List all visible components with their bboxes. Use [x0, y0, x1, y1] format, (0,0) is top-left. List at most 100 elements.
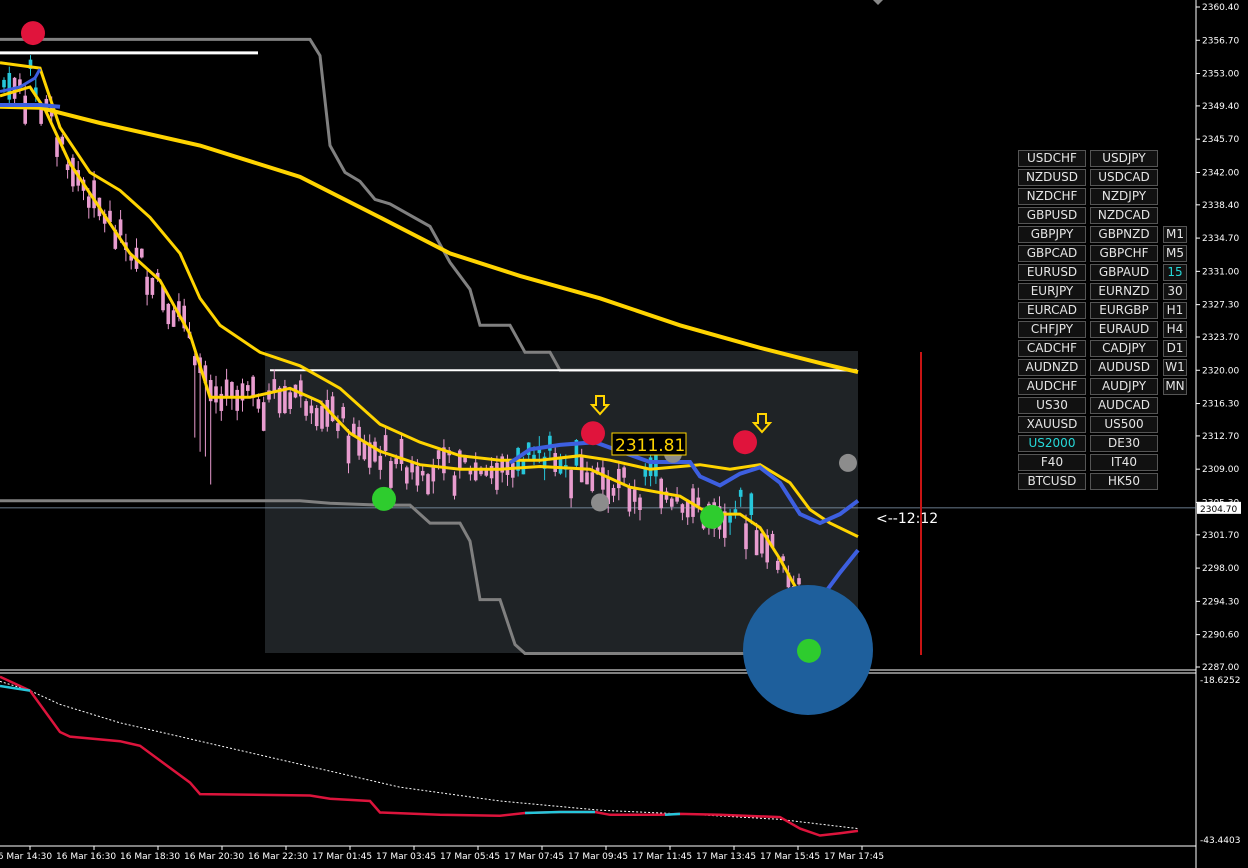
symbol-button-xauusd[interactable]: XAUUSD — [1018, 416, 1086, 433]
signal-buy-dot[interactable] — [700, 504, 724, 529]
candle-bear — [776, 560, 780, 570]
candle-bear — [23, 95, 27, 124]
timeframe-button-w1[interactable]: W1 — [1163, 359, 1187, 376]
sub-tick-bottom: -43.4403 — [1200, 836, 1240, 846]
symbol-button-usdcad[interactable]: USDCAD — [1090, 169, 1158, 186]
time-label: 17 Mar 01:45 — [312, 852, 372, 862]
symbol-button-us30[interactable]: US30 — [1018, 397, 1086, 414]
time-label: 16 Mar 18:30 — [120, 852, 180, 862]
candle-bear — [754, 530, 759, 556]
price-tick-label: 2294.30 — [1202, 597, 1239, 607]
price-tick-label: 2298.00 — [1202, 564, 1239, 574]
candle-bear — [670, 498, 674, 507]
indicator-cyan-segment — [664, 812, 681, 817]
symbol-button-eurcad[interactable]: EURCAD — [1018, 302, 1086, 319]
symbol-button-audchf[interactable]: AUDCHF — [1018, 378, 1086, 395]
symbol-button-audcad[interactable]: AUDCAD — [1090, 397, 1158, 414]
signal-buy-dot[interactable] — [372, 486, 396, 511]
candle-bear — [495, 462, 499, 490]
time-label: 17 Mar 03:45 — [376, 852, 436, 862]
candle-bull — [738, 489, 743, 497]
symbol-button-eurusd[interactable]: EURUSD — [1018, 264, 1086, 281]
symbol-button-gbpchf[interactable]: GBPCHF — [1090, 245, 1158, 262]
slow-ma-line — [0, 104, 859, 375]
candle-bear — [272, 379, 277, 392]
signal-sell-dot[interactable] — [21, 21, 45, 46]
candle-bear — [415, 466, 420, 486]
symbol-button-cadchf[interactable]: CADCHF — [1018, 340, 1086, 357]
signal-sell-dot[interactable] — [581, 421, 605, 446]
candle-bear — [458, 450, 462, 470]
symbol-button-usdjpy[interactable]: USDJPY — [1090, 150, 1158, 167]
time-label: 16 Mar 14:30 — [0, 852, 52, 862]
candle-bear — [638, 497, 642, 510]
candle-bear — [140, 248, 144, 258]
symbol-button-gbpaud[interactable]: GBPAUD — [1090, 264, 1158, 281]
candle-bear — [320, 405, 324, 429]
candle-bear — [463, 457, 467, 463]
symbol-button-us2000[interactable]: US2000 — [1018, 435, 1086, 452]
symbol-button-chfjpy[interactable]: CHFJPY — [1018, 321, 1086, 338]
candle-bear — [569, 469, 573, 499]
symbol-button-gbpusd[interactable]: GBPUSD — [1018, 207, 1086, 224]
candle-bear — [246, 385, 250, 391]
candle-bear — [235, 389, 239, 411]
symbol-button-nzdusd[interactable]: NZDUSD — [1018, 169, 1086, 186]
symbol-button-f40[interactable]: F40 — [1018, 454, 1086, 471]
timeframe-button-15[interactable]: 15 — [1163, 264, 1187, 281]
candle-bear — [426, 474, 430, 495]
timeframe-button-h1[interactable]: H1 — [1163, 302, 1187, 319]
signal-neutral-dot[interactable] — [591, 493, 609, 512]
price-tick-label: 2320.00 — [1202, 366, 1239, 376]
symbol-button-gbpnzd[interactable]: GBPNZD — [1090, 226, 1158, 243]
symbol-button-eurjpy[interactable]: EURJPY — [1018, 283, 1086, 300]
symbol-button-nzdcad[interactable]: NZDCAD — [1090, 207, 1158, 224]
channel-top-line — [0, 37, 857, 372]
symbol-button-btcusd[interactable]: BTCUSD — [1018, 473, 1086, 490]
candle-bear — [383, 435, 388, 451]
time-label: 17 Mar 11:45 — [632, 852, 692, 862]
symbol-button-eurnzd[interactable]: EURNZD — [1090, 283, 1158, 300]
symbol-button-audnzd[interactable]: AUDNZD — [1018, 359, 1086, 376]
price-tick-label: 2323.70 — [1202, 333, 1239, 343]
symbol-button-us500[interactable]: US500 — [1090, 416, 1158, 433]
price-tick-label: 2327.30 — [1202, 301, 1239, 311]
symbol-button-audusd[interactable]: AUDUSD — [1090, 359, 1158, 376]
candle-bear — [87, 196, 91, 208]
symbol-button-euraud[interactable]: EURAUD — [1090, 321, 1158, 338]
candle-bear — [214, 386, 218, 403]
symbol-button-cadjpy[interactable]: CADJPY — [1090, 340, 1158, 357]
signal-neutral-dot[interactable] — [839, 453, 857, 472]
price-tick-label: 2316.30 — [1202, 400, 1239, 410]
sub-tick-top: -18.6252 — [1200, 676, 1240, 686]
timeframe-button-m1[interactable]: M1 — [1163, 226, 1187, 243]
timeframe-button-h4[interactable]: H4 — [1163, 321, 1187, 338]
main-price-chart[interactable]: 2311.81 <--12:12 2360.40 2356.70 2353.00 2349… — [0, 0, 1248, 868]
symbol-button-nzdjpy[interactable]: NZDJPY — [1090, 188, 1158, 205]
signal-buy-dot[interactable] — [797, 638, 821, 663]
price-tick-label: 2349.40 — [1202, 102, 1239, 112]
timeframe-button-30[interactable]: 30 — [1163, 283, 1187, 300]
symbol-button-gbpcad[interactable]: GBPCAD — [1018, 245, 1086, 262]
symbol-button-it40[interactable]: IT40 — [1090, 454, 1158, 471]
symbol-button-audjpy[interactable]: AUDJPY — [1090, 378, 1158, 395]
symbol-button-nzdchf[interactable]: NZDCHF — [1018, 188, 1086, 205]
candle-bear — [230, 382, 234, 398]
price-tick-label: 2287.00 — [1202, 663, 1239, 673]
timeframe-button-m5[interactable]: M5 — [1163, 245, 1187, 262]
symbol-button-hk50[interactable]: HK50 — [1090, 473, 1158, 490]
trading-chart[interactable]: 2311.81 <--12:12 2360.40 2356.70 2353.00 2349… — [0, 0, 1248, 868]
symbol-button-de30[interactable]: DE30 — [1090, 435, 1158, 452]
price-tick-label: 2342.00 — [1202, 168, 1239, 178]
price-tick-label: 2309.00 — [1202, 465, 1239, 475]
symbol-button-gbpjpy[interactable]: GBPJPY — [1018, 226, 1086, 243]
scroll-marker-icon — [873, 0, 883, 5]
timeframe-button-mn[interactable]: MN — [1163, 378, 1187, 395]
candle-bear — [325, 399, 330, 427]
candle-bear — [590, 472, 595, 492]
candle-bear — [378, 455, 383, 470]
timeframe-button-d1[interactable]: D1 — [1163, 340, 1187, 357]
signal-sell-dot[interactable] — [733, 430, 757, 455]
symbol-button-eurgbp[interactable]: EURGBP — [1090, 302, 1158, 319]
symbol-button-usdchf[interactable]: USDCHF — [1018, 150, 1086, 167]
